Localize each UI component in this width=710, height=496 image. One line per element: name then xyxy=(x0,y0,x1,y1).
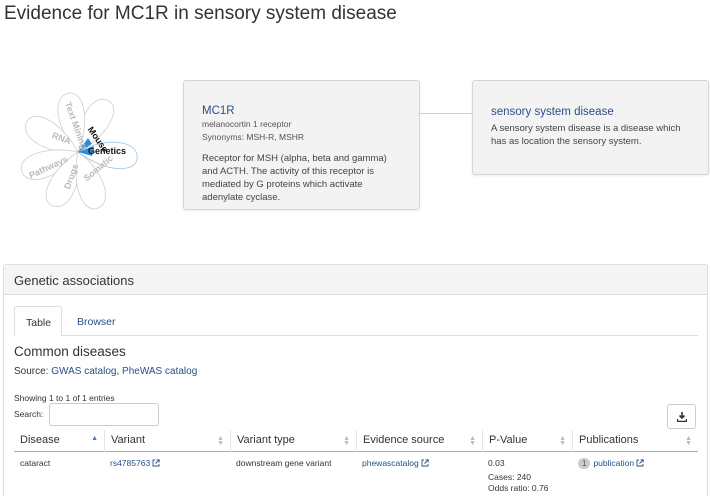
col-p-value[interactable]: P-Value ▲ ▼ xyxy=(482,430,572,452)
odds-ratio: Odds ratio: 0.76 xyxy=(488,483,549,493)
p-value: 0.03 xyxy=(488,458,505,468)
table-header: Disease ▲ Variant ▲ ▼ Variant type ▲ ▼ Eviden… xyxy=(14,430,698,452)
cell-variant-type: downstream gene variant xyxy=(236,458,332,468)
phewas-catalog-link[interactable]: PheWAS catalog xyxy=(122,366,197,377)
tab-bar: Table Browser xyxy=(14,306,698,337)
sort-icon: ▲ ▼ xyxy=(343,435,350,447)
target-name: melanocortin 1 receptor xyxy=(202,119,292,129)
section-title: Common diseases xyxy=(14,344,126,359)
cell-disease: cataract xyxy=(20,458,51,468)
disease-card: sensory system disease A sensory system … xyxy=(472,80,709,175)
tab-table[interactable]: Table xyxy=(14,306,62,337)
download-icon xyxy=(677,412,687,422)
target-synonyms: Synonyms: MSH-R, MSHR xyxy=(202,132,305,142)
sort-icon: ▲ ▼ xyxy=(217,435,224,447)
target-card: MC1R melanocortin 1 receptor Synonyms: M… xyxy=(183,80,420,210)
gwas-catalog-link[interactable]: GWAS catalog xyxy=(51,366,116,377)
cell-variant[interactable]: rs4785763 xyxy=(104,458,166,469)
cases: Cases: 240 xyxy=(488,472,531,482)
associations-table: Disease ▲ Variant ▲ ▼ Variant type ▲ ▼ Eviden… xyxy=(14,430,698,494)
sort-icon: ▲ ▼ xyxy=(469,435,476,447)
genetic-associations-panel: Genetic associations Table Browser Commo… xyxy=(3,264,708,496)
target-symbol[interactable]: MC1R xyxy=(202,105,401,117)
sort-icon: ▲ ▼ xyxy=(685,435,692,447)
table-row: cataract rs4785763 downstream gene varia… xyxy=(14,452,698,494)
variant-link[interactable]: rs4785763 xyxy=(110,458,150,468)
disease-name[interactable]: sensory system disease xyxy=(491,106,690,118)
source-prefix: Source: xyxy=(14,366,52,377)
evidence-source-link[interactable]: phewascatalog xyxy=(362,458,419,468)
page-title: Evidence for MC1R in sensory system dise… xyxy=(4,3,397,24)
source-line: Source: GWAS catalog, PheWAS catalog xyxy=(14,366,197,377)
panel-heading: Genetic associations xyxy=(4,265,707,295)
target-description: Receptor for MSH (alpha, beta and gamma)… xyxy=(202,153,387,203)
download-button[interactable] xyxy=(667,404,696,429)
external-link-icon xyxy=(421,459,429,467)
external-link-icon xyxy=(152,459,160,467)
col-publications[interactable]: Publications ▲ ▼ xyxy=(572,430,698,452)
evidence-flower[interactable]: Genetics Mouse Text Mining RNA Pathways … xyxy=(10,82,160,222)
col-variant-type[interactable]: Variant type ▲ ▼ xyxy=(230,430,356,452)
sort-icon: ▲ ▼ xyxy=(559,435,566,447)
external-link-icon xyxy=(636,459,644,467)
publication-count-badge: 1 xyxy=(578,458,591,469)
card-connector xyxy=(420,113,472,114)
col-disease[interactable]: Disease ▲ xyxy=(14,430,104,452)
cell-p-value: 0.03 Cases: 240 Odds ratio: 0.76 xyxy=(482,458,554,494)
publication-link[interactable]: publication xyxy=(593,458,634,468)
cell-evidence-source[interactable]: phewascatalog xyxy=(356,458,435,469)
col-evidence-source[interactable]: Evidence source ▲ ▼ xyxy=(356,430,482,452)
entries-info: Showing 1 to 1 of 1 entries xyxy=(14,393,115,403)
disease-description: A sensory system disease is a disease wh… xyxy=(491,123,681,147)
sort-asc-icon: ▲ xyxy=(91,435,98,442)
col-variant[interactable]: Variant ▲ ▼ xyxy=(104,430,230,452)
search-input[interactable] xyxy=(49,403,159,426)
cell-publications[interactable]: 1 publication xyxy=(572,458,650,469)
search-label: Search: xyxy=(14,409,44,419)
tab-browser[interactable]: Browser xyxy=(66,306,127,337)
